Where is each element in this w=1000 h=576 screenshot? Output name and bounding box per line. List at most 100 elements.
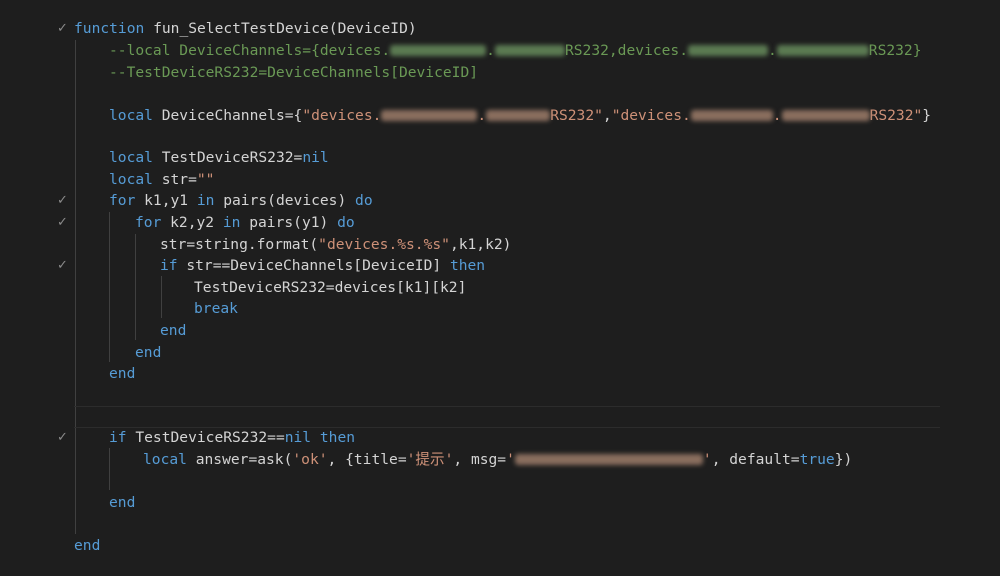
code-text: TestDeviceRS232=devices[k1][k2] — [194, 279, 467, 296]
redacted-text — [381, 110, 478, 121]
code-text: k2,y2 — [161, 214, 223, 231]
keyword: in — [222, 214, 241, 231]
string: "devices. — [302, 107, 382, 124]
code-line-if-match: if str==DeviceChannels[DeviceID] then — [160, 255, 485, 276]
keyword: nil — [284, 429, 312, 446]
code-line-function: function fun_SelectTestDevice(DeviceID) — [74, 18, 417, 39]
fold-check-icon[interactable]: ✓ — [57, 190, 71, 211]
indent-guide — [75, 40, 76, 534]
code-line-end: end — [74, 535, 100, 556]
code-line-local-testdevice: local TestDeviceRS232=nil — [109, 147, 329, 168]
code-text: ,k1,k2) — [449, 236, 512, 253]
redacted-text — [494, 45, 565, 56]
code-line-end: end — [135, 342, 161, 363]
indent-guide — [109, 448, 110, 490]
code-line-format: str=string.format("devices.%s.%s",k1,k2) — [160, 234, 511, 255]
code-text: pairs(devices) — [214, 192, 356, 209]
code-text: , default= — [711, 451, 800, 468]
code-text: DeviceChannels={ — [152, 107, 303, 124]
redacted-text — [486, 110, 551, 121]
string: RS232" — [869, 107, 923, 124]
code-text: pairs(y1) — [240, 214, 338, 231]
current-line-border — [74, 406, 940, 407]
keyword: nil — [302, 149, 329, 166]
indent-guide — [135, 234, 136, 340]
comment-text: . — [486, 42, 495, 59]
keyword: local — [109, 171, 153, 188]
code-line-if-nil: if TestDeviceRS232==nil then — [109, 427, 355, 448]
keyword: end — [160, 322, 187, 339]
keyword: for — [135, 214, 162, 231]
keyword: then — [449, 257, 486, 274]
keyword: local — [109, 107, 153, 124]
indent-guide — [161, 276, 162, 318]
indent-guide — [109, 212, 110, 362]
string: . — [477, 107, 487, 124]
comment-text: --TestDeviceRS232=DeviceChannels[DeviceI… — [109, 64, 479, 81]
code-text: str==DeviceChannels[DeviceID] — [177, 257, 450, 274]
code-text: , {title= — [327, 451, 407, 468]
comment-text: RS232,devices. — [564, 42, 688, 59]
comment-text: RS232} — [868, 42, 922, 59]
code-editor[interactable]: ✓ ✓ ✓ ✓ ✓ function fun_SelectTestDevice(… — [0, 0, 1000, 576]
redacted-text — [781, 110, 870, 121]
keyword: in — [196, 192, 215, 209]
code-line-for-inner: for k2,y2 in pairs(y1) do — [135, 212, 355, 233]
keyword: if — [160, 257, 178, 274]
redacted-text — [514, 454, 703, 465]
redacted-text — [687, 45, 768, 56]
keyword: true — [799, 451, 835, 468]
code-text: , — [602, 107, 612, 124]
string: ' — [702, 451, 712, 468]
keyword: then — [319, 429, 356, 446]
code-text: answer=ask( — [186, 451, 293, 468]
code-line-comment: --TestDeviceRS232=DeviceChannels[DeviceI… — [109, 62, 478, 83]
keyword: local — [109, 149, 153, 166]
code-text: , msg= — [453, 451, 507, 468]
comment-text: . — [767, 42, 777, 59]
code-text: } — [922, 107, 932, 124]
string: '提示' — [406, 451, 454, 468]
keyword: end — [74, 537, 101, 554]
string: RS232" — [550, 107, 603, 124]
fold-check-icon[interactable]: ✓ — [57, 427, 71, 448]
comment-text: --local DeviceChannels={devices. — [109, 42, 391, 59]
fold-check-icon[interactable]: ✓ — [57, 18, 71, 39]
keyword: local — [143, 451, 187, 468]
code-line-comment: --local DeviceChannels={devices.. RS232,d… — [109, 40, 922, 61]
string: . — [772, 107, 782, 124]
code-text: TestDeviceRS232= — [152, 149, 303, 166]
keyword: end — [109, 494, 136, 511]
code-text: TestDeviceRS232== — [126, 429, 285, 446]
keyword: end — [135, 344, 162, 361]
fold-check-icon[interactable]: ✓ — [57, 255, 71, 276]
redacted-text — [390, 45, 487, 56]
string: 'ok' — [292, 451, 328, 468]
string: "devices. — [611, 107, 691, 124]
keyword: for — [109, 192, 136, 209]
keyword: end — [109, 365, 136, 382]
keyword: if — [109, 429, 127, 446]
code-line-assign: TestDeviceRS232=devices[k1][k2] — [194, 277, 466, 298]
string: ' — [506, 451, 515, 468]
code-line-break: break — [194, 298, 238, 319]
redacted-text — [690, 110, 773, 121]
keyword: do — [355, 192, 373, 209]
code-text: k1,y1 — [135, 192, 197, 209]
code-text: str=string.format( — [160, 236, 319, 253]
function-signature: fun_SelectTestDevice(DeviceID) — [144, 20, 417, 37]
code-line-ask: local answer=ask('ok', {title='提示', msg=… — [143, 449, 852, 470]
keyword: function — [74, 20, 145, 37]
code-line-local-channels: local DeviceChannels={"devices.. RS232","… — [109, 105, 931, 126]
fold-check-icon[interactable]: ✓ — [57, 212, 71, 233]
code-line-end: end — [109, 363, 135, 384]
code-text: str= — [152, 171, 197, 188]
redacted-text — [776, 45, 869, 56]
keyword: break — [194, 300, 238, 317]
code-text: }) — [834, 451, 853, 468]
code-line-end: end — [160, 320, 186, 341]
keyword: do — [337, 214, 355, 231]
code-line-for-outer: for k1,y1 in pairs(devices) do — [109, 190, 373, 211]
code-line-local-str: local str="" — [109, 169, 214, 190]
